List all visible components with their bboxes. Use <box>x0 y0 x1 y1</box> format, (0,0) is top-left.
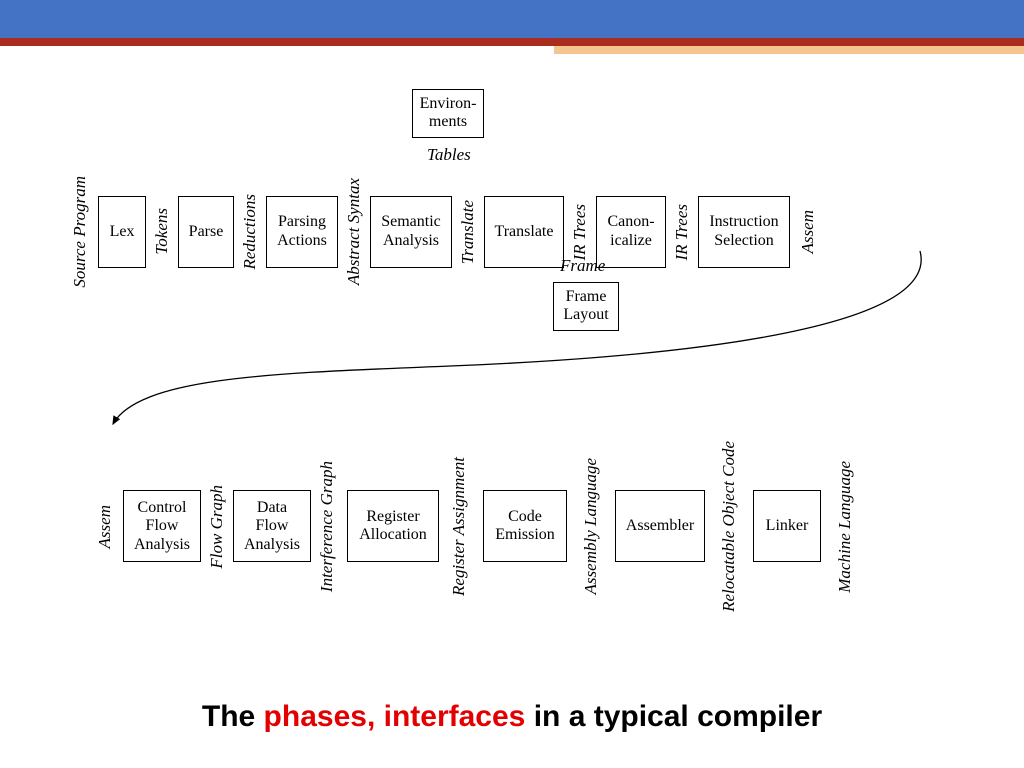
aux-frame-line1: Frame <box>566 288 607 305</box>
phase-assembler: Assembler <box>615 490 705 562</box>
phase-data-flow-analysis: Data Flow Analysis <box>233 490 311 562</box>
aux-frame-layout: Frame Layout <box>553 282 619 331</box>
aux-env-line1: Environ- <box>420 95 477 112</box>
caption-interfaces: interfaces <box>384 700 526 733</box>
phase-code-emission: Code Emission <box>483 490 567 562</box>
label-abstract-syntax: Abstract Syntax <box>344 178 364 285</box>
header-blue-bar <box>0 0 1024 38</box>
label-reductions: Reductions <box>240 194 260 270</box>
label-machine-language: Machine Language <box>835 461 855 593</box>
phase-instruction-selection: Instruction Selection <box>698 196 790 268</box>
compiler-phases-diagram: Source Program Lex Tokens Parse Reductio… <box>0 46 1024 666</box>
phase-dfa-line1: Data <box>257 499 287 517</box>
phase-cfa-line3: Analysis <box>134 536 190 554</box>
phase-canon-line2: icalize <box>610 232 652 250</box>
label-translate: Translate <box>458 200 478 264</box>
phase-canonicalize: Canon- icalize <box>596 196 666 268</box>
phase-semantic-line1: Semantic <box>381 213 441 231</box>
phase-canon-line1: Canon- <box>607 213 654 231</box>
slide-caption: The phases, interfaces in a typical comp… <box>0 700 1024 734</box>
header-red-bar <box>0 38 1024 46</box>
phase-dfa-line2: Flow <box>256 517 289 535</box>
phase-regalloc-line1: Register <box>366 508 419 526</box>
label-ir-trees-2: IR Trees <box>672 204 692 261</box>
label-ir-trees-1: IR Trees <box>570 204 590 261</box>
aux-frame-line2: Layout <box>563 306 608 323</box>
caption-part1: The <box>202 700 264 733</box>
phase-control-flow-analysis: Control Flow Analysis <box>123 490 201 562</box>
phase-instr-line2: Selection <box>714 232 774 250</box>
phase-translate: Translate <box>484 196 564 268</box>
phase-parse: Parse <box>178 196 234 268</box>
caption-phases: phases <box>264 700 367 733</box>
phase-semantic-analysis: Semantic Analysis <box>370 196 452 268</box>
phase-codeemit-line2: Emission <box>495 526 555 544</box>
caption-part5: in a typical compiler <box>525 700 822 733</box>
phase-parsing-actions-line2: Actions <box>277 232 327 250</box>
phase-parsing-actions-line1: Parsing <box>278 213 326 231</box>
phase-semantic-line2: Analysis <box>383 232 439 250</box>
phase-parsing-actions: Parsing Actions <box>266 196 338 268</box>
phase-codeemit-line1: Code <box>508 508 542 526</box>
label-register-assignment: Register Assignment <box>449 457 469 596</box>
label-flow-graph: Flow Graph <box>207 485 227 569</box>
phase-linker: Linker <box>753 490 821 562</box>
aux-environments: Environ- ments <box>412 89 484 138</box>
pipeline-row-2: Assem Control Flow Analysis Flow Graph D… <box>95 441 855 612</box>
pipeline-row-1: Source Program Lex Tokens Parse Reductio… <box>70 176 818 288</box>
phase-lex: Lex <box>98 196 146 268</box>
phase-cfa-line2: Flow <box>146 517 179 535</box>
label-assembly-language: Assembly Language <box>581 458 601 594</box>
label-relocatable-object-code: Relocatable Object Code <box>719 441 739 612</box>
phase-register-allocation: Register Allocation <box>347 490 439 562</box>
label-assem-2: Assem <box>95 505 115 548</box>
label-assem-1: Assem <box>798 210 818 253</box>
aux-tables-label: Tables <box>427 145 471 165</box>
aux-frame-label: Frame <box>560 256 605 276</box>
label-interference-graph: Interference Graph <box>317 461 337 592</box>
phase-instr-line1: Instruction <box>709 213 778 231</box>
phase-cfa-line1: Control <box>138 499 187 517</box>
phase-dfa-line3: Analysis <box>244 536 300 554</box>
label-source-program: Source Program <box>70 176 90 288</box>
caption-comma: , <box>367 700 384 733</box>
aux-env-line2: ments <box>429 113 467 130</box>
phase-regalloc-line2: Allocation <box>359 526 427 544</box>
label-tokens: Tokens <box>152 208 172 255</box>
